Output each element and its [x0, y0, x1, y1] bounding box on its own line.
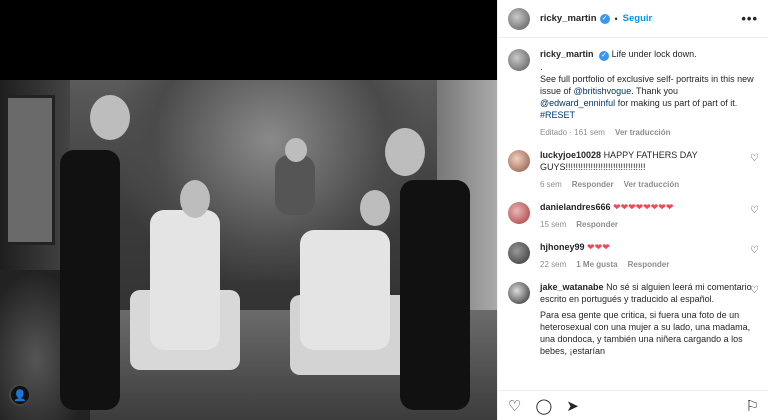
like-comment-heart-icon[interactable]: ♡	[750, 205, 759, 216]
photo-window	[5, 95, 55, 245]
photo-baby-lifted	[275, 155, 315, 215]
comment-username[interactable]: hjhoney99	[540, 242, 585, 252]
comment-avatar[interactable]	[508, 150, 530, 172]
share-icon[interactable]: ➤	[566, 397, 579, 415]
caption-see-translation[interactable]: Ver traducción	[615, 127, 671, 139]
comment-body: luckyjoe10028 HAPPY FATHERS DAY GUYS!!!!…	[540, 149, 755, 191]
comment-username[interactable]: danielandres666	[540, 202, 611, 212]
comment-username[interactable]: jake_watanabe	[540, 282, 604, 292]
photo-child-left-head	[90, 95, 130, 140]
header-separator: •	[614, 13, 618, 24]
comment-avatar[interactable]	[508, 242, 530, 264]
verified-icon: ✓	[599, 13, 610, 24]
comment-item: danielandres666 ❤❤❤❤❤❤❤❤ 15 sem Responde…	[508, 201, 759, 231]
comment-translate-button[interactable]: Ver traducción	[624, 179, 680, 191]
post-photo[interactable]: 👤	[0, 80, 497, 420]
caption-body: ricky_martin ✓ Life under lock down. . S…	[540, 48, 755, 139]
comment-item: jake_watanabe No sé si alguien leerá mi …	[508, 281, 759, 357]
caption-line1: Life under lock down.	[611, 49, 697, 59]
mention-britishvogue[interactable]: @britishvogue	[574, 86, 632, 96]
photo-man-left-head	[180, 180, 210, 218]
photo-man-right	[300, 230, 390, 350]
comment-meta: 6 sem Responder Ver traducción	[540, 179, 755, 191]
comment-likes[interactable]: 1 Me gusta	[576, 259, 617, 271]
comment-time[interactable]: 15 sem	[540, 219, 566, 231]
comment-reply-button[interactable]: Responder	[576, 219, 618, 231]
comment-icon[interactable]: ◯	[535, 397, 552, 415]
comment-item: luckyjoe10028 HAPPY FATHERS DAY GUYS!!!!…	[508, 149, 759, 191]
comment-avatar[interactable]	[508, 202, 530, 224]
like-comment-heart-icon[interactable]: ♡	[750, 153, 759, 164]
comment-meta: 22 sem 1 Me gusta Responder	[540, 259, 755, 271]
bookmark-icon[interactable]: ⚐	[746, 397, 759, 415]
caption-text-c: for making us part of part of it.	[615, 98, 738, 108]
post-side-panel: ricky_martin ✓ • Seguir ••• ricky_martin…	[497, 0, 768, 420]
comments-list[interactable]: ricky_martin ✓ Life under lock down. . S…	[498, 38, 768, 390]
comment-avatar[interactable]	[508, 282, 530, 304]
like-comment-heart-icon[interactable]: ♡	[750, 245, 759, 256]
photo-man-right-head	[360, 190, 390, 226]
mention-edward-enninful[interactable]: @edward_enninful	[540, 98, 615, 108]
photo-baby-lifted-head	[285, 138, 307, 162]
caption-entry: ricky_martin ✓ Life under lock down. . S…	[508, 48, 759, 139]
author-avatar[interactable]	[508, 7, 530, 30]
photo-man-left	[150, 210, 220, 350]
verified-icon: ✓	[599, 51, 610, 61]
author-username[interactable]: ricky_martin	[540, 13, 597, 24]
caption-meta: Editado · 161 sem Ver traducción	[540, 127, 755, 139]
caption-avatar[interactable]	[508, 49, 530, 71]
comment-item: hjhoney99 ❤❤❤ 22 sem 1 Me gusta Responde…	[508, 241, 759, 271]
post-actions-bar: ♡ ◯ ➤ ⚐	[498, 390, 768, 420]
comment-body: hjhoney99 ❤❤❤ 22 sem 1 Me gusta Responde…	[540, 241, 755, 271]
comment-time[interactable]: 6 sem	[540, 179, 562, 191]
caption-line2: .	[540, 62, 543, 72]
hashtag-reset[interactable]: #RESET	[540, 110, 575, 120]
like-comment-heart-icon[interactable]: ♡	[750, 285, 759, 296]
comment-text: ❤❤❤❤❤❤❤❤	[613, 202, 674, 212]
follow-button[interactable]: Seguir	[623, 13, 653, 24]
comment-text-continued: Para esa gente que critica, si fuera una…	[540, 310, 751, 356]
comment-body: jake_watanabe No sé si alguien leerá mi …	[540, 281, 755, 357]
instagram-post: 👤 ricky_martin ✓ • Seguir ••• ricky_mart…	[0, 0, 768, 420]
comment-reply-button[interactable]: Responder	[572, 179, 614, 191]
comment-username[interactable]: luckyjoe10028	[540, 150, 601, 160]
caption-text-b: . Thank you	[631, 86, 679, 96]
comment-meta: 15 sem Responder	[540, 219, 755, 231]
caption-username[interactable]: ricky_martin	[540, 49, 594, 59]
user-tag-icon[interactable]: 👤	[9, 384, 31, 406]
photo-child-left	[60, 150, 120, 410]
post-header: ricky_martin ✓ • Seguir •••	[498, 0, 768, 38]
heart-icon[interactable]: ♡	[508, 397, 521, 415]
comment-reply-button[interactable]: Responder	[628, 259, 670, 271]
photo-child-right	[400, 180, 470, 410]
post-media[interactable]: 👤	[0, 0, 497, 420]
caption-edited: Editado · 161 sem	[540, 128, 605, 137]
comment-text: ❤❤❤	[587, 242, 610, 252]
comment-time[interactable]: 22 sem	[540, 259, 566, 271]
comment-body: danielandres666 ❤❤❤❤❤❤❤❤ 15 sem Responde…	[540, 201, 755, 231]
more-options-icon[interactable]: •••	[741, 11, 758, 26]
photo-child-right-head	[385, 128, 425, 176]
